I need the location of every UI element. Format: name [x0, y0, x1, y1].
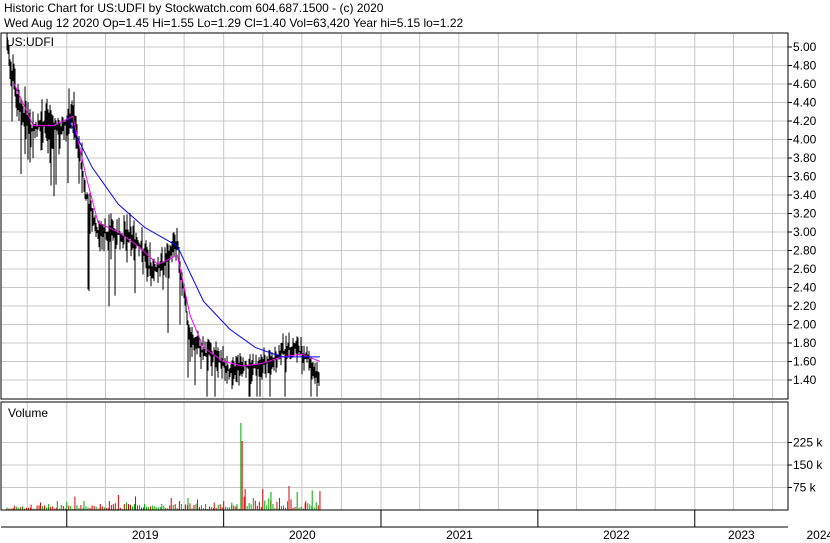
price-tick-label: 3.80 [793, 151, 817, 165]
x-tick-label: 2024 [806, 528, 830, 542]
x-tick-label: 2019 [132, 528, 159, 542]
price-tick-label: 2.80 [793, 244, 817, 258]
stock-chart: Historic Chart for US:UDFI by Stockwatch… [0, 0, 830, 543]
price-tick-label: 2.00 [793, 318, 817, 332]
price-tick-label: 1.60 [793, 355, 817, 369]
x-tick-label: 2023 [728, 528, 755, 542]
price-tick-label: 2.20 [793, 299, 817, 313]
volume-tick-label: 225 k [793, 436, 823, 450]
price-tick-label: 4.40 [793, 96, 817, 110]
price-tick-label: 2.40 [793, 281, 817, 295]
chart-header-line1: Historic Chart for US:UDFI by Stockwatch… [4, 1, 384, 15]
volume-tick-label: 75 k [793, 481, 817, 495]
price-tick-label: 1.40 [793, 373, 817, 387]
price-tick-label: 1.80 [793, 336, 817, 350]
price-tick-label: 2.60 [793, 262, 817, 276]
price-tick-label: 3.00 [793, 225, 817, 239]
x-tick-label: 2020 [289, 528, 316, 542]
price-tick-label: 5.00 [793, 40, 817, 54]
price-tick-label: 4.20 [793, 114, 817, 128]
price-tick-label: 3.40 [793, 188, 817, 202]
volume-tick-label: 150 k [793, 458, 823, 472]
chart-header-line2: Wed Aug 12 2020 Op=1.45 Hi=1.55 Lo=1.29 … [4, 16, 463, 30]
price-tick-label: 4.60 [793, 77, 817, 91]
price-tick-label: 4.80 [793, 59, 817, 73]
x-tick-label: 2021 [446, 528, 473, 542]
x-tick-label: 2022 [603, 528, 630, 542]
symbol-label: US:UDFI [6, 35, 54, 49]
volume-label: Volume [8, 406, 48, 420]
price-tick-label: 4.00 [793, 133, 817, 147]
price-tick-label: 3.20 [793, 207, 817, 221]
price-tick-label: 3.60 [793, 170, 817, 184]
